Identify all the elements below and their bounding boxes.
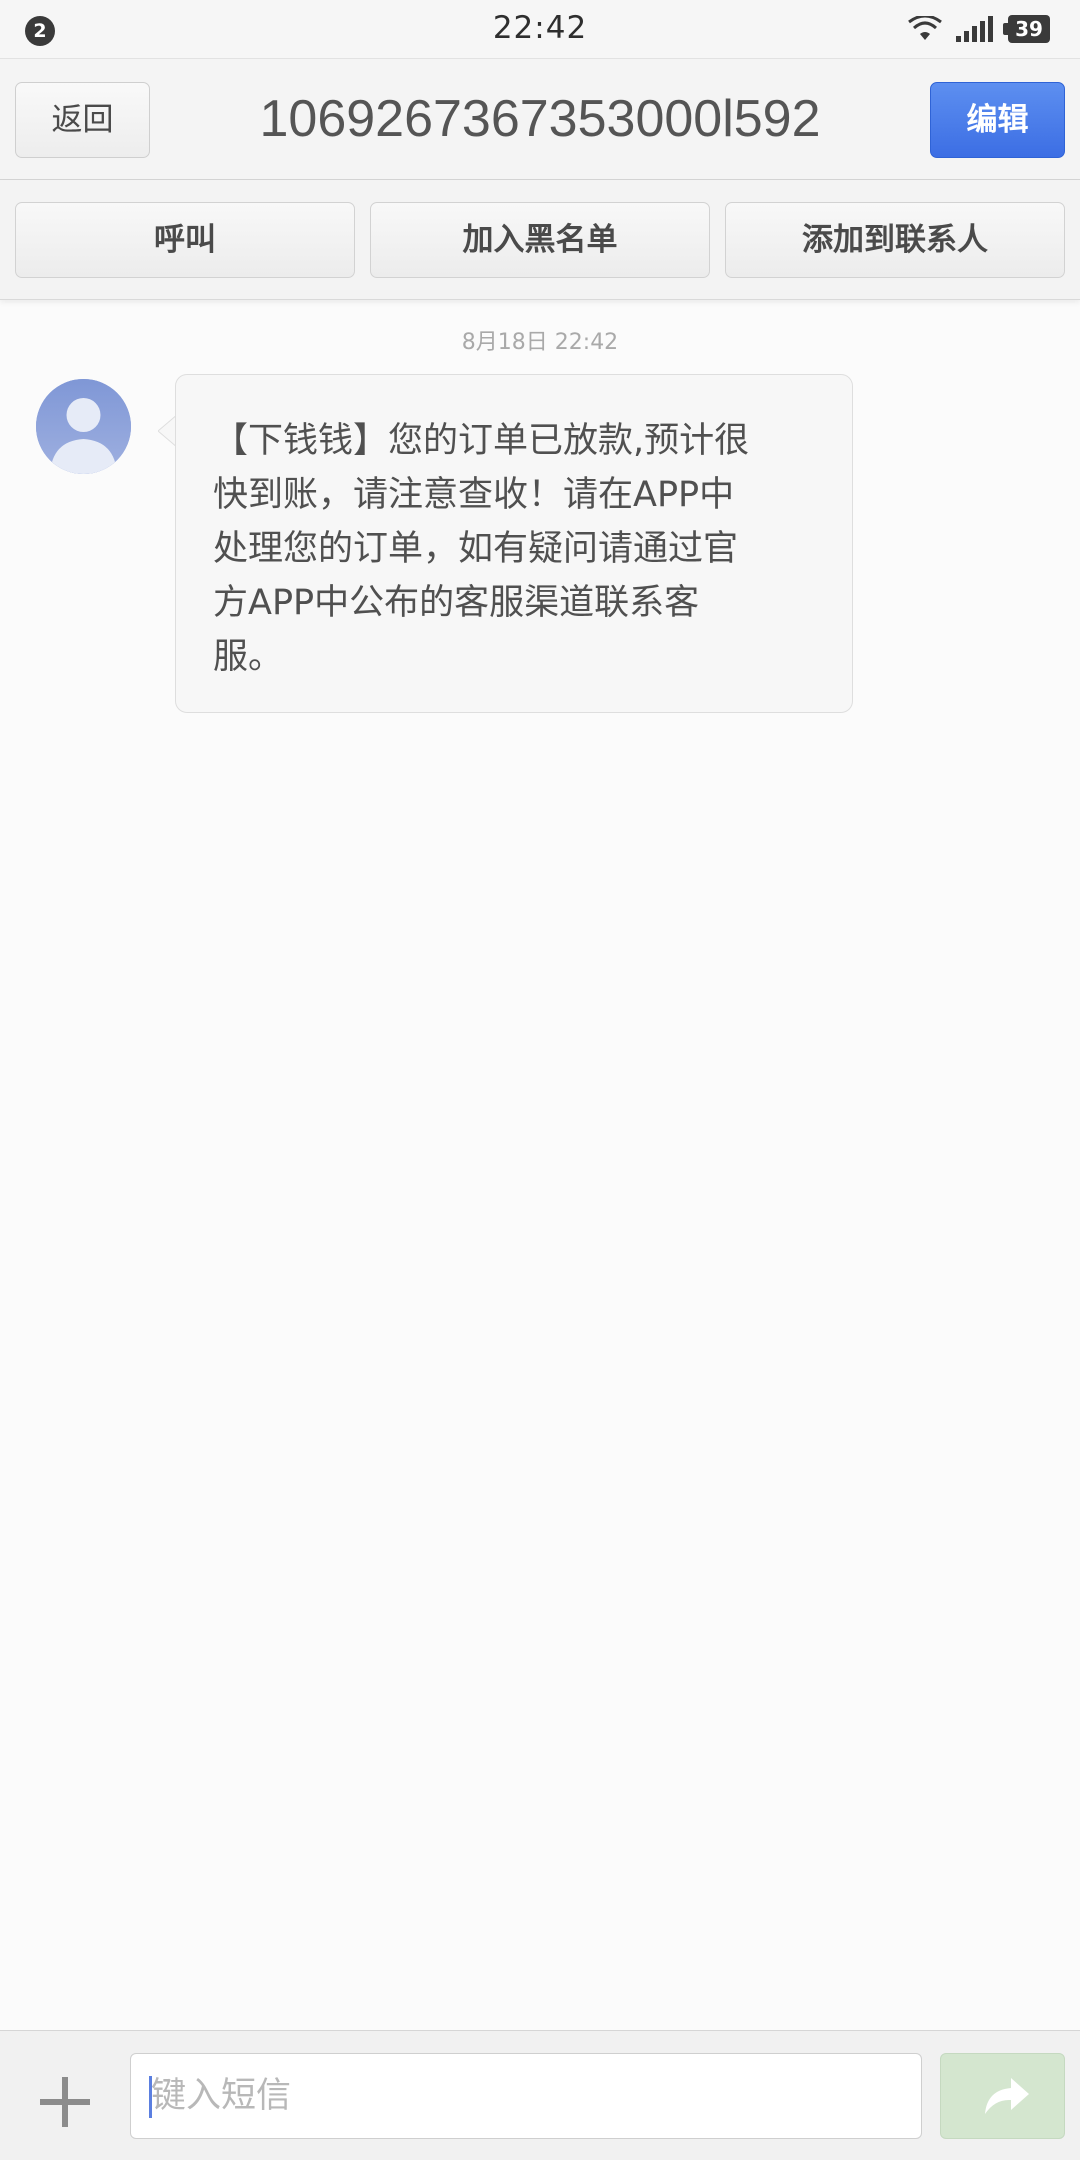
action-bar: 呼叫 加入黑名单 添加到联系人 (0, 180, 1080, 300)
add-to-contacts-button[interactable]: 添加到联系人 (725, 202, 1065, 278)
composer-bar: 键入短信 (0, 2030, 1080, 2160)
title-bar: 返回 1069267367353000l592 编辑 (0, 58, 1080, 180)
message-line: 服。 (213, 637, 284, 677)
status-bar: 2 22:42 39 (0, 0, 1080, 58)
wifi-icon (908, 16, 942, 40)
send-button[interactable] (940, 2053, 1065, 2139)
message-input[interactable]: 键入短信 (130, 2053, 922, 2139)
conversation-title: 1069267367353000l592 (259, 90, 821, 148)
message-line: 处理您的订单，如有疑问请通过官 (213, 529, 739, 569)
message-line: 快到账，请注意查收！请在APP中 (213, 475, 735, 515)
avatar[interactable] (36, 379, 131, 474)
text-caret (149, 2076, 152, 2118)
message-line: 【下钱钱】您的订单已放款,预计很 (213, 421, 750, 461)
send-icon (985, 2078, 1029, 2114)
message-input-placeholder: 键入短信 (151, 2076, 292, 2116)
battery-icon: 39 (1003, 15, 1050, 43)
message-timestamp: 8月18日 22:42 (461, 330, 619, 355)
edit-button[interactable]: 编辑 (930, 82, 1065, 158)
signal-icon (956, 16, 993, 42)
add-to-blacklist-button[interactable]: 加入黑名单 (370, 202, 710, 278)
contact-avatar-icon (36, 379, 131, 474)
message-line: 方APP中公布的客服渠道联系客 (213, 583, 700, 623)
plus-icon[interactable] (30, 2067, 100, 2137)
back-button[interactable]: 返回 (15, 82, 150, 158)
call-button[interactable]: 呼叫 (15, 202, 355, 278)
message-bubble[interactable]: 【下钱钱】您的订单已放款,预计很 快到账，请注意查收！请在APP中 处理您的订单… (175, 374, 853, 713)
